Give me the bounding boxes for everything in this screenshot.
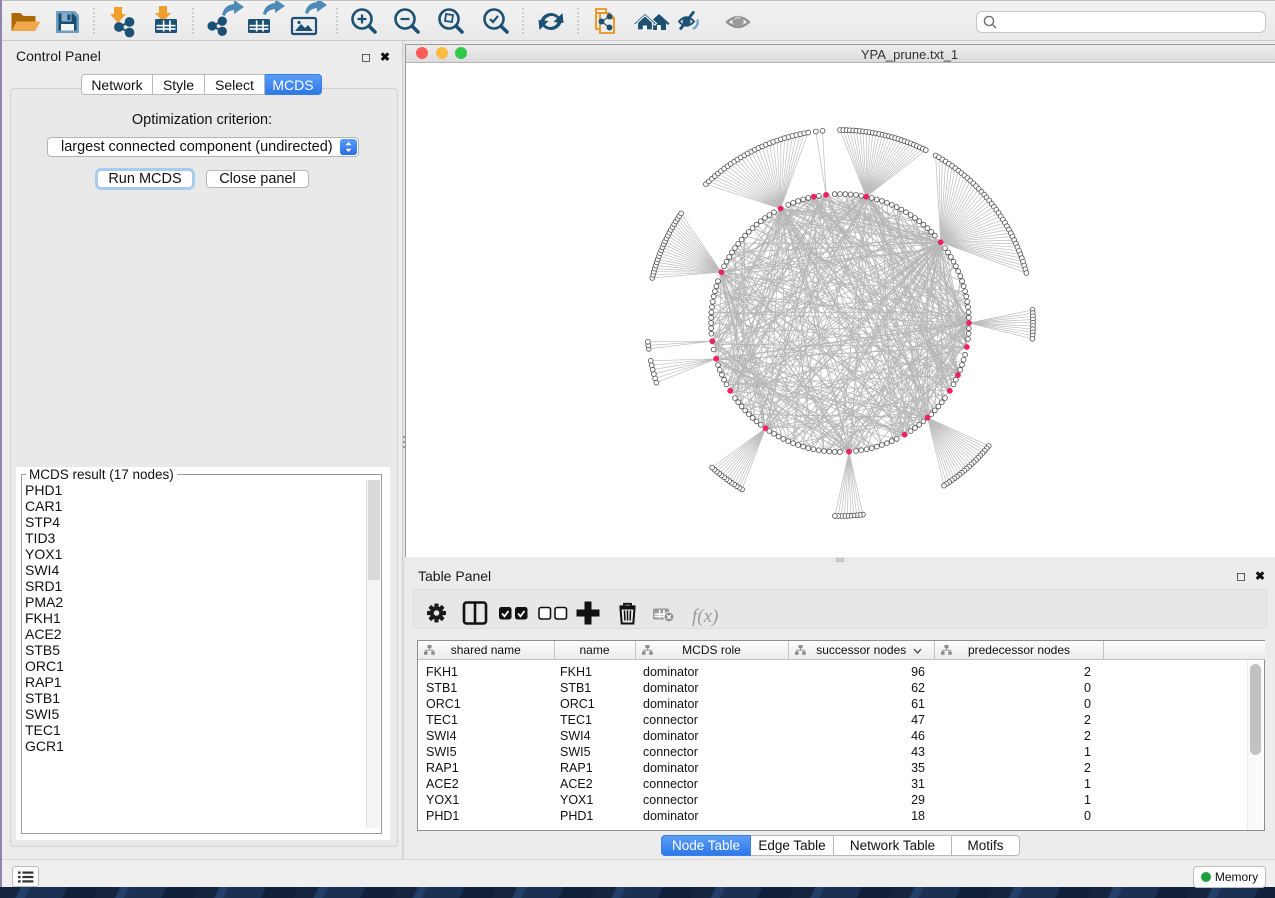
svg-text:f(x): f(x) xyxy=(692,606,718,627)
